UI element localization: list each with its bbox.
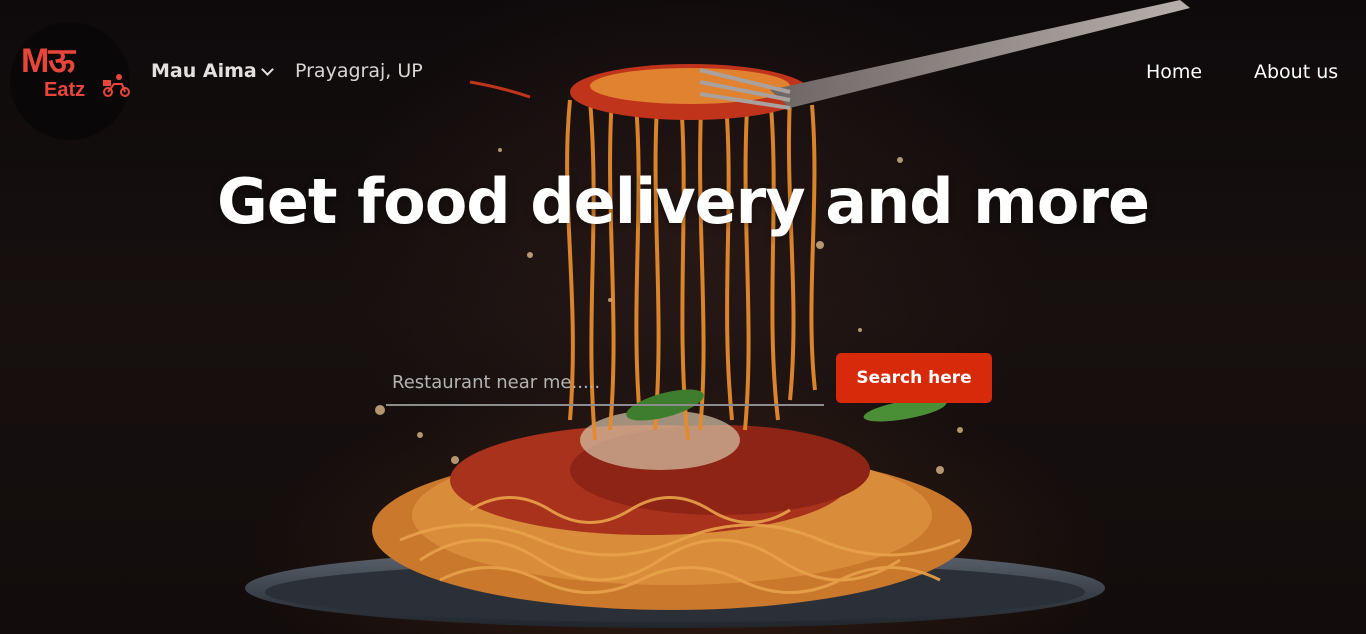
region-label: Prayagraj, UP [295,60,423,82]
hero-title: Get food delivery and more [216,165,1150,238]
city-selector[interactable]: Mau Aima [151,60,274,82]
chevron-down-icon [260,62,274,76]
scooter-icon [103,74,130,97]
logo-text-top: Mऊ [21,42,75,80]
search-button[interactable]: Search here [836,353,992,403]
brand-logo[interactable]: Mऊ Eatz [10,22,130,140]
nav-about-link[interactable]: About us [1254,61,1338,83]
search-input[interactable] [386,360,824,406]
nav-home-link[interactable]: Home [1146,61,1202,83]
spaghetti-background-image [245,0,1190,628]
city-name: Mau Aima [151,60,257,82]
hero-section: Mऊ Eatz Mau Aima Prayagraj, UP Home Abou… [0,0,1366,634]
logo-text-bottom: Eatz [44,79,86,101]
